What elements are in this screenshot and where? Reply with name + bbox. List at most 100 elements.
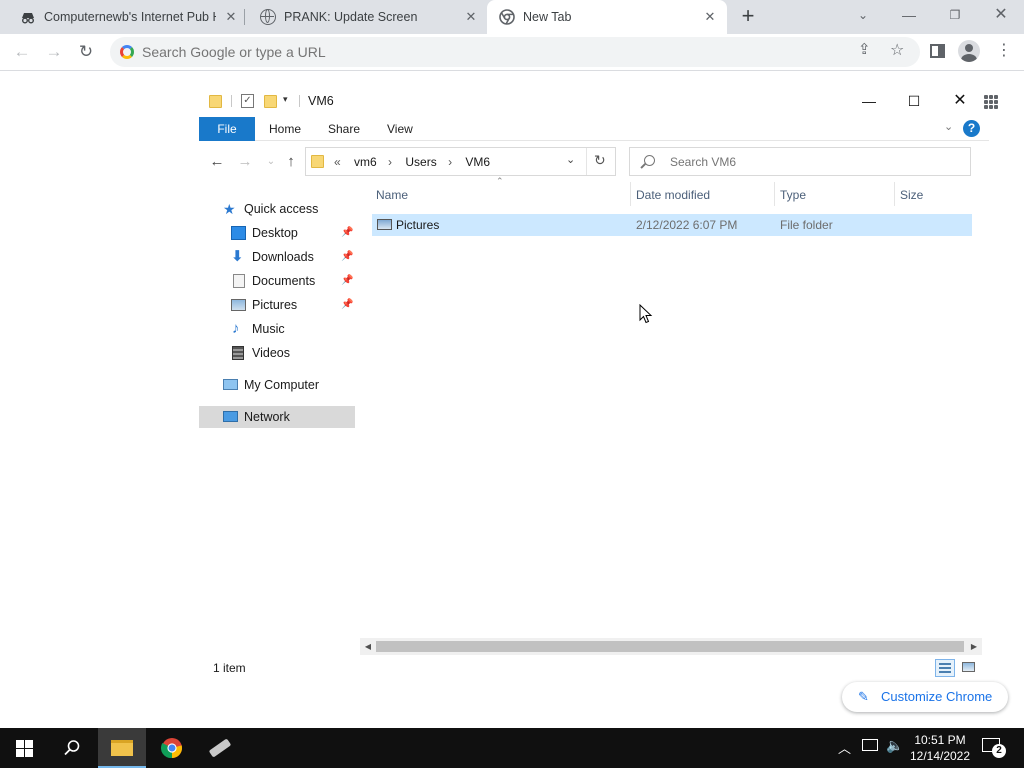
forward-arrow-icon[interactable]: → <box>235 152 255 172</box>
new-folder-icon[interactable] <box>264 95 277 108</box>
profile-avatar-icon[interactable] <box>958 40 980 62</box>
ribbon-tab-home[interactable]: Home <box>255 117 315 141</box>
bookmark-star-icon[interactable]: ☆ <box>890 40 904 60</box>
breadcrumb-vm6[interactable]: vm6 <box>354 155 377 169</box>
apps-grid-icon[interactable] <box>984 95 998 109</box>
column-separator[interactable] <box>630 182 631 206</box>
nav-item-pictures[interactable]: Pictures 📌 <box>199 294 355 316</box>
column-header-name[interactable]: Name <box>372 182 630 208</box>
nav-item-quick-access[interactable]: ★ Quick access <box>199 198 355 220</box>
refresh-icon[interactable]: ↻ <box>594 152 606 169</box>
downloads-icon: ⬇ <box>231 248 244 265</box>
customize-chrome-button[interactable]: ✎ Customize Chrome <box>842 682 1008 712</box>
scroll-right-arrow-icon[interactable]: ▶ <box>966 638 982 655</box>
taskbar-chrome[interactable] <box>148 728 196 768</box>
taskbar-file-explorer[interactable] <box>98 728 146 768</box>
large-icons-view-icon[interactable] <box>959 659 979 677</box>
column-separator[interactable] <box>894 182 895 206</box>
tab-prank-update[interactable]: PRANK: Update Screen ✕ <box>244 0 487 34</box>
nav-item-videos[interactable]: Videos <box>199 342 355 364</box>
tab-search-chevron-icon[interactable]: ⌄ <box>840 0 886 34</box>
nav-item-documents[interactable]: Documents 📌 <box>199 270 355 292</box>
expand-ribbon-chevron-icon[interactable]: ⌄ <box>944 120 953 133</box>
column-separator[interactable] <box>774 182 775 206</box>
file-list: ⌃ Name Date modified Type Size Pictures … <box>372 176 972 642</box>
breadcrumb: « vm6 › Users › VM6 <box>334 155 498 169</box>
scrollbar-thumb[interactable] <box>376 641 964 652</box>
minimize-icon[interactable]: — <box>886 0 932 34</box>
customize-chrome-label: Customize Chrome <box>881 689 993 704</box>
taskbar-search-button[interactable] <box>48 728 96 768</box>
usb-drive-icon <box>208 738 232 758</box>
search-input[interactable] <box>670 148 960 175</box>
restore-icon[interactable]: ❐ <box>932 0 978 34</box>
taskbar-usb-app[interactable] <box>196 728 244 768</box>
pin-icon: 📌 <box>341 251 354 262</box>
system-clock[interactable]: 10:51 PM 12/14/2022 <box>902 732 978 764</box>
nav-item-downloads[interactable]: ⬇ Downloads 📌 <box>199 246 355 268</box>
taskbar: ︿ 🔈 10:51 PM 12/14/2022 2 <box>0 728 1024 768</box>
share-icon[interactable]: ⇪ <box>858 40 871 58</box>
network-status-icon[interactable] <box>862 739 878 751</box>
start-button[interactable] <box>0 728 48 768</box>
breadcrumb-overflow[interactable]: « <box>334 155 341 169</box>
notification-count-badge: 2 <box>992 744 1006 758</box>
tab-new-tab[interactable]: New Tab ✕ <box>487 0 727 34</box>
nav-label: Music <box>252 322 285 336</box>
column-header-type[interactable]: Type <box>776 182 894 208</box>
recent-locations-chevron-icon[interactable]: ⌄ <box>261 152 281 172</box>
separator <box>231 95 232 107</box>
close-tab-icon[interactable]: ✕ <box>222 8 240 26</box>
address-dropdown-icon[interactable]: ⌄ <box>566 153 575 166</box>
ribbon-tab-share[interactable]: Share <box>314 117 374 141</box>
browser-toolbar: ← → ↻ ⇪ ☆ ⋮ <box>0 34 1024 71</box>
address-bar[interactable]: « vm6 › Users › VM6 ⌄ ↻ <box>305 147 616 176</box>
reload-icon[interactable]: ↻ <box>74 40 98 64</box>
volume-icon[interactable]: 🔈 <box>886 737 903 754</box>
kebab-menu-icon[interactable]: ⋮ <box>996 40 1012 60</box>
file-name: Pictures <box>396 218 440 232</box>
omnibox[interactable]: ⇪ ☆ <box>110 37 920 67</box>
column-header-size[interactable]: Size <box>896 182 970 208</box>
scroll-left-arrow-icon[interactable]: ◀ <box>360 638 376 655</box>
desktop-icon <box>231 226 246 240</box>
properties-check-icon[interactable]: ✓ <box>241 94 254 108</box>
back-arrow-icon[interactable]: ← <box>10 40 34 64</box>
up-arrow-icon[interactable]: ↑ <box>281 152 301 172</box>
pictures-icon <box>231 299 246 311</box>
table-row[interactable]: Pictures 2/12/2022 6:07 PM File folder <box>372 214 972 236</box>
column-header-date-modified[interactable]: Date modified <box>632 182 774 208</box>
omnibox-input[interactable] <box>142 37 842 67</box>
ribbon-tab-view[interactable]: View <box>373 117 427 141</box>
nav-item-desktop[interactable]: Desktop 📌 <box>199 222 355 244</box>
horizontal-scrollbar[interactable]: ◀ ▶ <box>360 638 982 655</box>
close-tab-icon[interactable]: ✕ <box>462 8 480 26</box>
new-tab-button[interactable]: + <box>736 5 760 29</box>
item-count: 1 item <box>213 661 246 675</box>
breadcrumb-users[interactable]: Users <box>405 155 436 169</box>
ribbon-tab-file[interactable]: File <box>199 117 255 141</box>
show-hidden-icons-chevron-icon[interactable]: ︿ <box>838 738 851 757</box>
breadcrumb-current[interactable]: VM6 <box>465 155 490 169</box>
quick-access-dropdown-icon[interactable]: ▾ <box>283 94 288 105</box>
tab-internet-pub[interactable]: Computernewb's Internet Pub H ✕ <box>0 0 244 34</box>
search-box[interactable] <box>629 147 971 176</box>
explorer-minimize-icon[interactable]: — <box>846 86 892 116</box>
back-arrow-icon[interactable]: ← <box>207 152 227 172</box>
nav-item-music[interactable]: ♪ Music <box>199 318 355 340</box>
side-panel-icon[interactable] <box>930 44 945 58</box>
explorer-maximize-icon[interactable]: ☐ <box>891 86 937 116</box>
forward-arrow-icon[interactable]: → <box>42 40 66 64</box>
pictures-folder-icon <box>377 219 392 230</box>
pencil-icon: ✎ <box>858 689 869 704</box>
help-icon[interactable]: ? <box>963 120 980 137</box>
close-tab-icon[interactable]: ✕ <box>701 8 719 26</box>
explorer-close-icon[interactable]: ✕ <box>937 86 983 116</box>
nav-item-my-computer[interactable]: My Computer <box>199 374 355 396</box>
details-view-icon[interactable] <box>935 659 955 677</box>
close-window-icon[interactable]: ✕ <box>978 0 1024 34</box>
nav-item-network[interactable]: Network <box>199 406 355 428</box>
breadcrumb-separator-icon: › <box>448 155 453 169</box>
notification-center-icon[interactable]: 2 <box>982 736 1006 758</box>
pin-icon: 📌 <box>341 299 354 310</box>
